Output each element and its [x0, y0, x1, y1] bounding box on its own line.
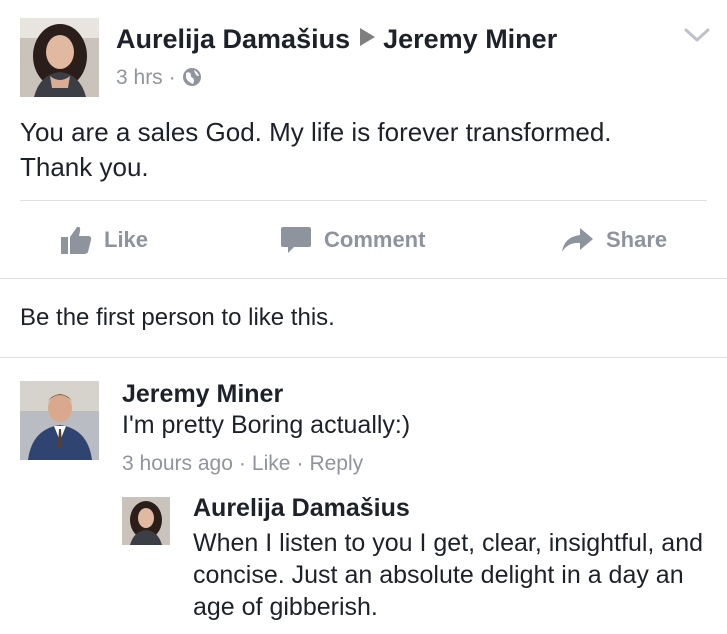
like-button[interactable]: Like	[60, 201, 148, 278]
post-header: Aurelija Damašius Jeremy Miner 3 hrs ·	[0, 0, 727, 110]
speech-bubble-icon	[281, 226, 311, 253]
share-arrow-icon	[562, 227, 593, 252]
post-author-line: Aurelija Damašius Jeremy Miner	[116, 24, 557, 55]
globe-icon[interactable]	[182, 67, 202, 87]
action-bar: Like Comment Share	[0, 201, 727, 278]
post-body: You are a sales God. My life is forever …	[20, 115, 710, 185]
author-avatar-image	[20, 18, 99, 97]
comment-like-link[interactable]: Like	[252, 452, 291, 475]
shared-to-arrow-icon	[360, 28, 376, 46]
post-text-line-2: Thank you.	[20, 152, 149, 182]
meta-separator: ·	[238, 452, 246, 475]
post-text-line-1: You are a sales God. My life is forever …	[20, 117, 612, 147]
like-label: Like	[104, 226, 149, 252]
commenter-avatar[interactable]	[20, 381, 99, 460]
reply-avatar[interactable]	[122, 497, 170, 545]
comment-time[interactable]: 3 hours ago	[122, 452, 233, 475]
share-label: Share	[606, 226, 668, 252]
meta-separator: ·	[296, 452, 304, 475]
reply-author-name[interactable]: Aurelija Damašius	[193, 494, 410, 523]
reply-avatar-image	[122, 497, 170, 545]
chevron-down-icon[interactable]	[683, 26, 711, 44]
comment-label: Comment	[324, 226, 426, 252]
comment-reply-link[interactable]: Reply	[309, 452, 363, 475]
author-name[interactable]: Aurelija Damašius	[116, 24, 350, 54]
share-button[interactable]: Share	[560, 201, 667, 278]
meta-separator: ·	[168, 66, 176, 89]
post-meta: 3 hrs ·	[116, 66, 202, 90]
divider	[0, 278, 727, 279]
divider	[0, 357, 727, 358]
comment-meta: 3 hours ago · Like · Reply	[122, 452, 363, 476]
commenter-name[interactable]: Jeremy Miner	[122, 380, 283, 409]
author-avatar[interactable]	[20, 18, 99, 97]
reply-text: When I listen to you I get, clear, insig…	[193, 529, 704, 621]
comment-button[interactable]: Comment	[280, 201, 425, 278]
thumbs-up-icon	[61, 226, 92, 254]
likes-summary: Be the first person to like this.	[20, 304, 335, 331]
comment-text: I'm pretty Boring actually:)	[122, 411, 411, 439]
post-time[interactable]: 3 hrs	[116, 66, 163, 89]
commenter-avatar-image	[20, 381, 99, 460]
target-name[interactable]: Jeremy Miner	[383, 24, 557, 54]
